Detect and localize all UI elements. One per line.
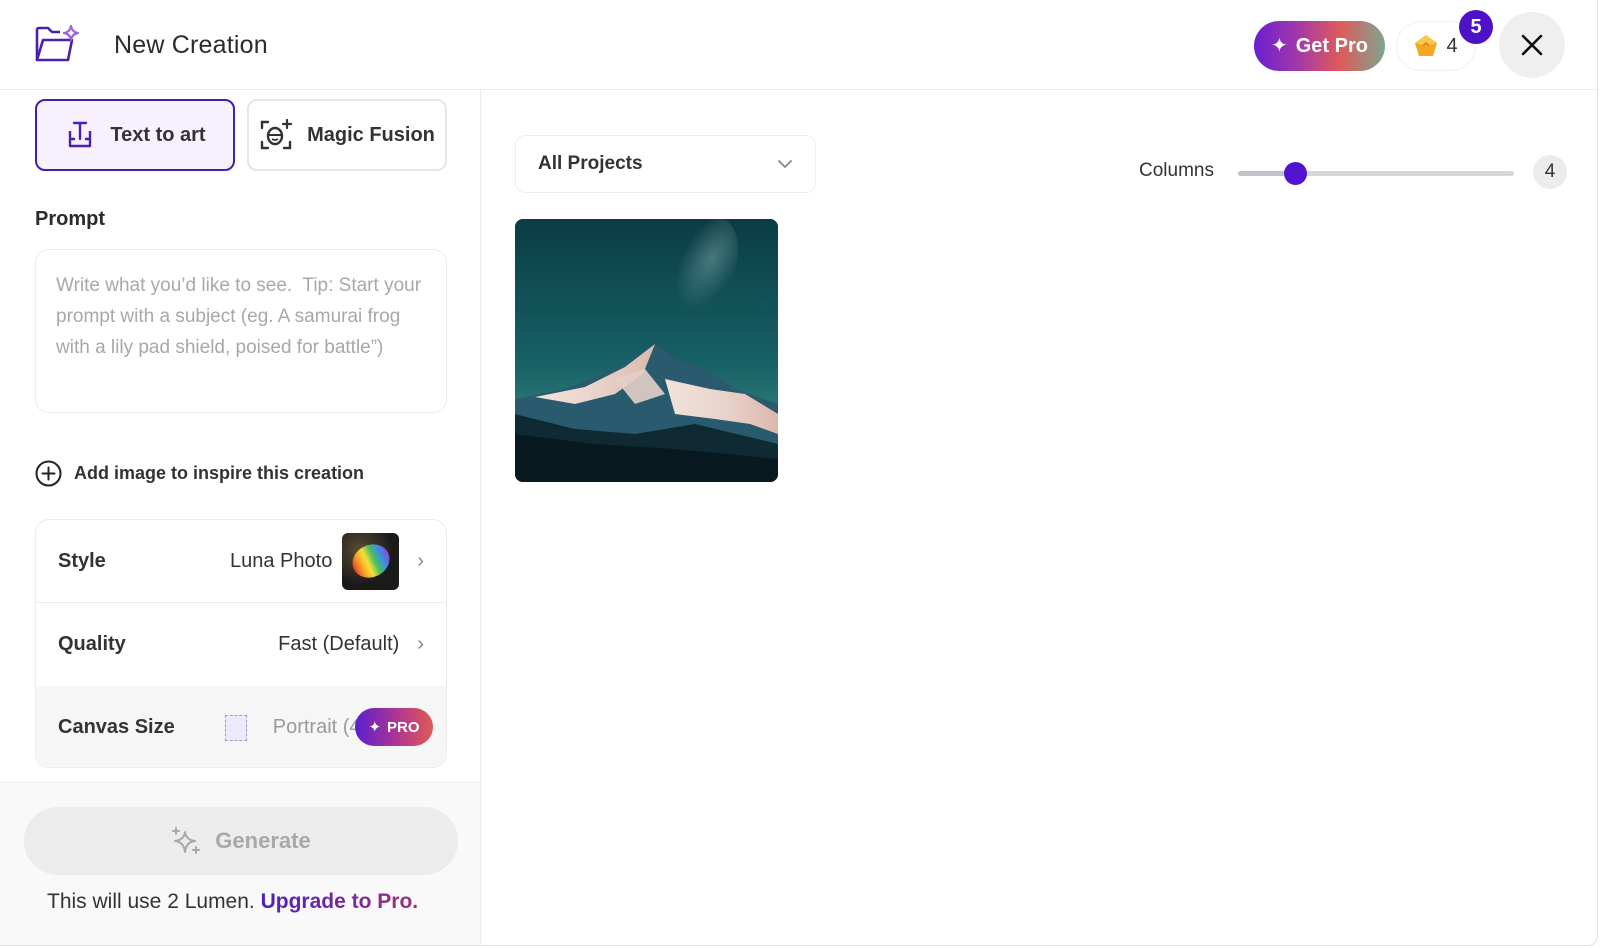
gallery-item[interactable] [515,219,778,482]
get-pro-button[interactable]: ✦ Get Pro [1254,21,1385,71]
columns-value: 4 [1533,155,1567,189]
canvas-size-value: Portrait (4 [272,716,361,738]
chevron-right-icon: › [417,633,424,655]
project-filter-value: All Projects [538,153,643,174]
canvas-size-label: Canvas Size [58,716,175,738]
sparkles-icon [172,827,201,854]
quality-setting-row[interactable]: Quality Fast (Default) › [36,603,446,686]
add-inspiration-image-button[interactable]: Add image to inspire this creation [35,460,364,487]
generate-footer: Generate This will use 2 Lumen. Upgrade … [0,782,480,945]
sparkle-icon: ✦ [1270,35,1288,57]
close-button[interactable] [1499,12,1565,78]
lumen-count: 4 [1446,34,1458,57]
portrait-aspect-icon [224,714,247,741]
columns-label: Columns [1139,160,1214,181]
lumen-gem-icon [1415,35,1438,56]
notification-badge: 5 [1459,10,1493,44]
style-value: Luna Photo [230,549,333,572]
get-pro-label: Get Pro [1295,34,1368,57]
settings-card: Style Luna Photo › Quality Fast (Default… [35,519,447,768]
mode-tab-text-to-art[interactable]: Text to art [35,99,235,171]
columns-slider[interactable] [1238,162,1514,185]
pro-label: PRO [387,718,420,736]
upgrade-to-pro-link[interactable]: Upgrade to Pro. [261,890,419,913]
style-label: Style [58,549,106,572]
add-image-label: Add image to inspire this creation [74,463,365,483]
header: New Creation ✦ Get Pro 4 5 [0,0,1597,90]
generate-label: Generate [215,828,311,853]
creation-panel: Text to art Magic Fusion Prompt Add imag… [0,90,481,945]
prompt-input[interactable] [56,270,426,392]
prompt-label: Prompt [35,208,105,230]
prompt-field-container [35,249,447,413]
mode-tab-magic-fusion[interactable]: Magic Fusion [247,99,447,171]
mode-label: Text to art [110,123,206,146]
project-filter-dropdown[interactable]: All Projects [515,135,816,193]
page-title: New Creation [114,31,268,59]
pro-badge[interactable]: ✦ PRO [355,708,433,746]
quality-value: Fast (Default) [278,633,400,655]
mountain-artwork-image [515,219,778,482]
folder-sparkle-icon [35,24,80,62]
quality-label: Quality [58,633,126,655]
lumen-cost-text: This will use 2 Lumen. [47,890,255,913]
chevron-right-icon: › [417,549,424,572]
sparkle-icon: ✦ [368,719,382,736]
new-creation-window: New Creation ✦ Get Pro 4 5 Text to art M… [0,0,1598,946]
columns-slider-thumb[interactable] [1284,162,1308,185]
close-icon [1521,34,1543,56]
lumen-cost-note: This will use 2 Lumen. Upgrade to Pro. [47,890,418,914]
plus-circle-icon [35,460,62,487]
style-thumbnail [342,532,400,590]
chevron-down-icon [778,160,792,169]
magic-fusion-icon [260,118,293,150]
style-setting-row[interactable]: Style Luna Photo › [36,520,446,603]
generate-button[interactable]: Generate [24,807,458,875]
canvas-size-setting-row[interactable]: Canvas Size Portrait (4 ✦ PRO [36,686,446,767]
mode-label: Magic Fusion [307,123,435,146]
text-to-art-icon [69,121,92,148]
